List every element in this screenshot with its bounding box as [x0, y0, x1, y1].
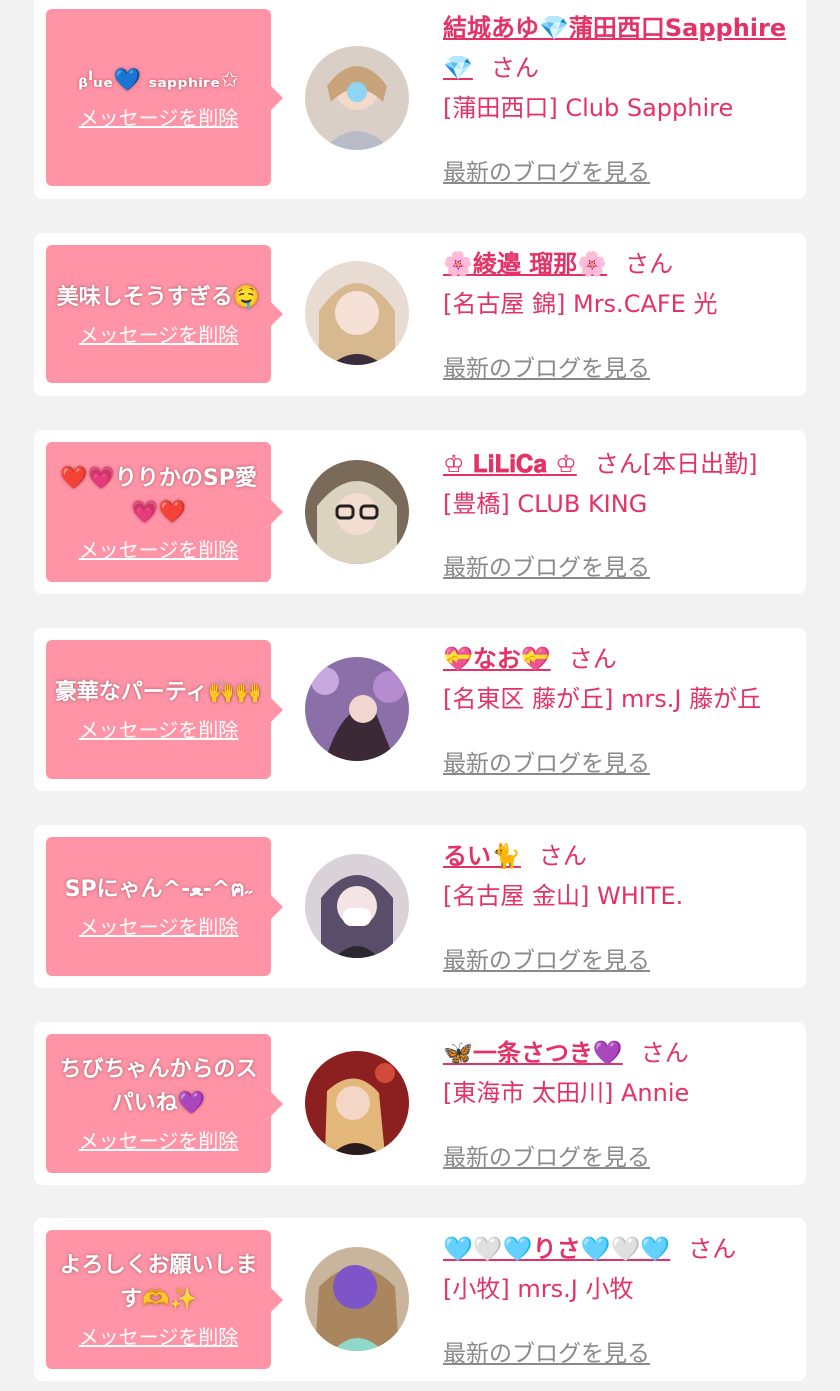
- list-item: 美味しそうすぎる🤤 メッセージを削除 🌸綾邉 瑠那🌸 さん [名古屋 錦] Mrs…: [34, 233, 806, 396]
- cast-name-link[interactable]: ♔ 𝐋𝐢𝐋𝐢𝐂𝐚 ♔: [443, 450, 577, 478]
- latest-blog-link[interactable]: 最新のブログを見る: [443, 941, 650, 975]
- list-item: ちびちゃんからのスパいね💜 メッセージを削除 🦋一条さつき💜 さん [東海市 太田…: [34, 1022, 806, 1185]
- list-item: 豪華なパーティ🙌🙌 メッセージを削除 💝なお💝 さん [名東区 藤が丘] mrs.…: [34, 628, 806, 791]
- latest-blog-link[interactable]: 最新のブログを見る: [443, 744, 650, 778]
- avatar[interactable]: [305, 854, 409, 958]
- avatar[interactable]: [305, 1051, 409, 1155]
- shop-name: [東海市 太田川] Annie: [443, 1079, 690, 1107]
- avatar[interactable]: [305, 261, 409, 365]
- cast-name-link[interactable]: 🩵🤍🩵りさ🩵🤍🩵: [443, 1235, 670, 1263]
- message-text: ᵦˡᵤₑ💙 ₛₐₚₚₕᵢᵣₑ✩: [78, 68, 239, 93]
- message-bubble: 美味しそうすぎる🤤 メッセージを削除: [46, 245, 283, 383]
- message-text: SPにゃん^-ﻌ-^ฅ˶: [64, 877, 253, 902]
- shop-name: [小牧] mrs.J 小牧: [443, 1275, 634, 1303]
- message-list: ᵦˡᵤₑ💙 ₛₐₚₚₕᵢᵣₑ✩ メッセージを削除 結城あゆ💎蒲田西口Sapphi…: [0, 0, 840, 1391]
- honorific: さん: [568, 645, 617, 673]
- avatar[interactable]: [305, 460, 409, 564]
- list-item: SPにゃん^-ﻌ-^ฅ˶ メッセージを削除 るい🐈 さん [名古屋 金山] WHI…: [34, 825, 806, 988]
- honorific: さん: [625, 250, 674, 278]
- delete-message-link[interactable]: メッセージを削除: [79, 714, 239, 743]
- cast-name-link[interactable]: 💝なお💝: [443, 645, 551, 673]
- cast-name-link[interactable]: るい🐈: [443, 842, 521, 870]
- honorific: さん: [490, 54, 539, 82]
- honorific: さん: [640, 1039, 689, 1067]
- shop-name: [豊橋] CLUB KING: [443, 490, 648, 518]
- cast-name-link[interactable]: 🦋一条さつき💜: [443, 1039, 623, 1067]
- avatar[interactable]: [305, 657, 409, 761]
- latest-blog-link[interactable]: 最新のブログを見る: [443, 153, 650, 187]
- status-label: [本日出勤]: [642, 450, 758, 478]
- list-item: ᵦˡᵤₑ💙 ₛₐₚₚₕᵢᵣₑ✩ メッセージを削除 結城あゆ💎蒲田西口Sapphi…: [34, 0, 806, 199]
- delete-message-link[interactable]: メッセージを削除: [79, 1125, 239, 1154]
- message-text: よろしくお願いします🫶✨: [59, 1253, 258, 1312]
- delete-message-link[interactable]: メッセージを削除: [79, 534, 239, 563]
- list-item: よろしくお願いします🫶✨ メッセージを削除 🩵🤍🩵りさ🩵🤍🩵 さん [小牧] mr…: [34, 1218, 806, 1381]
- cast-name-link[interactable]: 🌸綾邉 瑠那🌸: [443, 250, 607, 278]
- message-bubble: SPにゃん^-ﻌ-^ฅ˶ メッセージを削除: [46, 837, 283, 976]
- honorific: さん: [594, 450, 643, 478]
- latest-blog-link[interactable]: 最新のブログを見る: [443, 349, 650, 383]
- latest-blog-link[interactable]: 最新のブログを見る: [443, 548, 650, 582]
- shop-name: [名古屋 金山] WHITE.: [443, 882, 684, 910]
- delete-message-link[interactable]: メッセージを削除: [79, 102, 239, 131]
- delete-message-link[interactable]: メッセージを削除: [79, 319, 239, 348]
- avatar[interactable]: [305, 46, 409, 150]
- message-text: 美味しそうすぎる🤤: [56, 284, 261, 310]
- shop-name: [名古屋 錦] Mrs.CAFE 光: [443, 290, 718, 318]
- delete-message-link[interactable]: メッセージを削除: [79, 1321, 239, 1350]
- delete-message-link[interactable]: メッセージを削除: [79, 911, 239, 940]
- message-bubble: 豪華なパーティ🙌🙌 メッセージを削除: [46, 640, 283, 779]
- message-bubble: よろしくお願いします🫶✨ メッセージを削除: [46, 1230, 283, 1369]
- latest-blog-link[interactable]: 最新のブログを見る: [443, 1138, 650, 1172]
- message-bubble: ❤️💗りりかのSP愛💗❤️ メッセージを削除: [46, 442, 283, 582]
- message-text: ❤️💗りりかのSP愛💗❤️: [60, 465, 257, 525]
- latest-blog-link[interactable]: 最新のブログを見る: [443, 1334, 650, 1368]
- honorific: さん: [538, 842, 587, 870]
- message-text: ちびちゃんからのスパいね💜: [59, 1057, 258, 1116]
- shop-name: [蒲田西口] Club Sapphire: [443, 94, 734, 122]
- honorific: さん: [688, 1235, 737, 1263]
- message-bubble: ᵦˡᵤₑ💙 ₛₐₚₚₕᵢᵣₑ✩ メッセージを削除: [46, 9, 283, 186]
- shop-name: [名東区 藤が丘] mrs.J 藤が丘: [443, 685, 762, 713]
- avatar[interactable]: [305, 1247, 409, 1351]
- message-bubble: ちびちゃんからのスパいね💜 メッセージを削除: [46, 1034, 283, 1173]
- list-item: ❤️💗りりかのSP愛💗❤️ メッセージを削除 ♔ 𝐋𝐢𝐋𝐢𝐂𝐚 ♔ さん[本日出勤…: [34, 430, 806, 594]
- message-text: 豪華なパーティ🙌🙌: [54, 680, 263, 705]
